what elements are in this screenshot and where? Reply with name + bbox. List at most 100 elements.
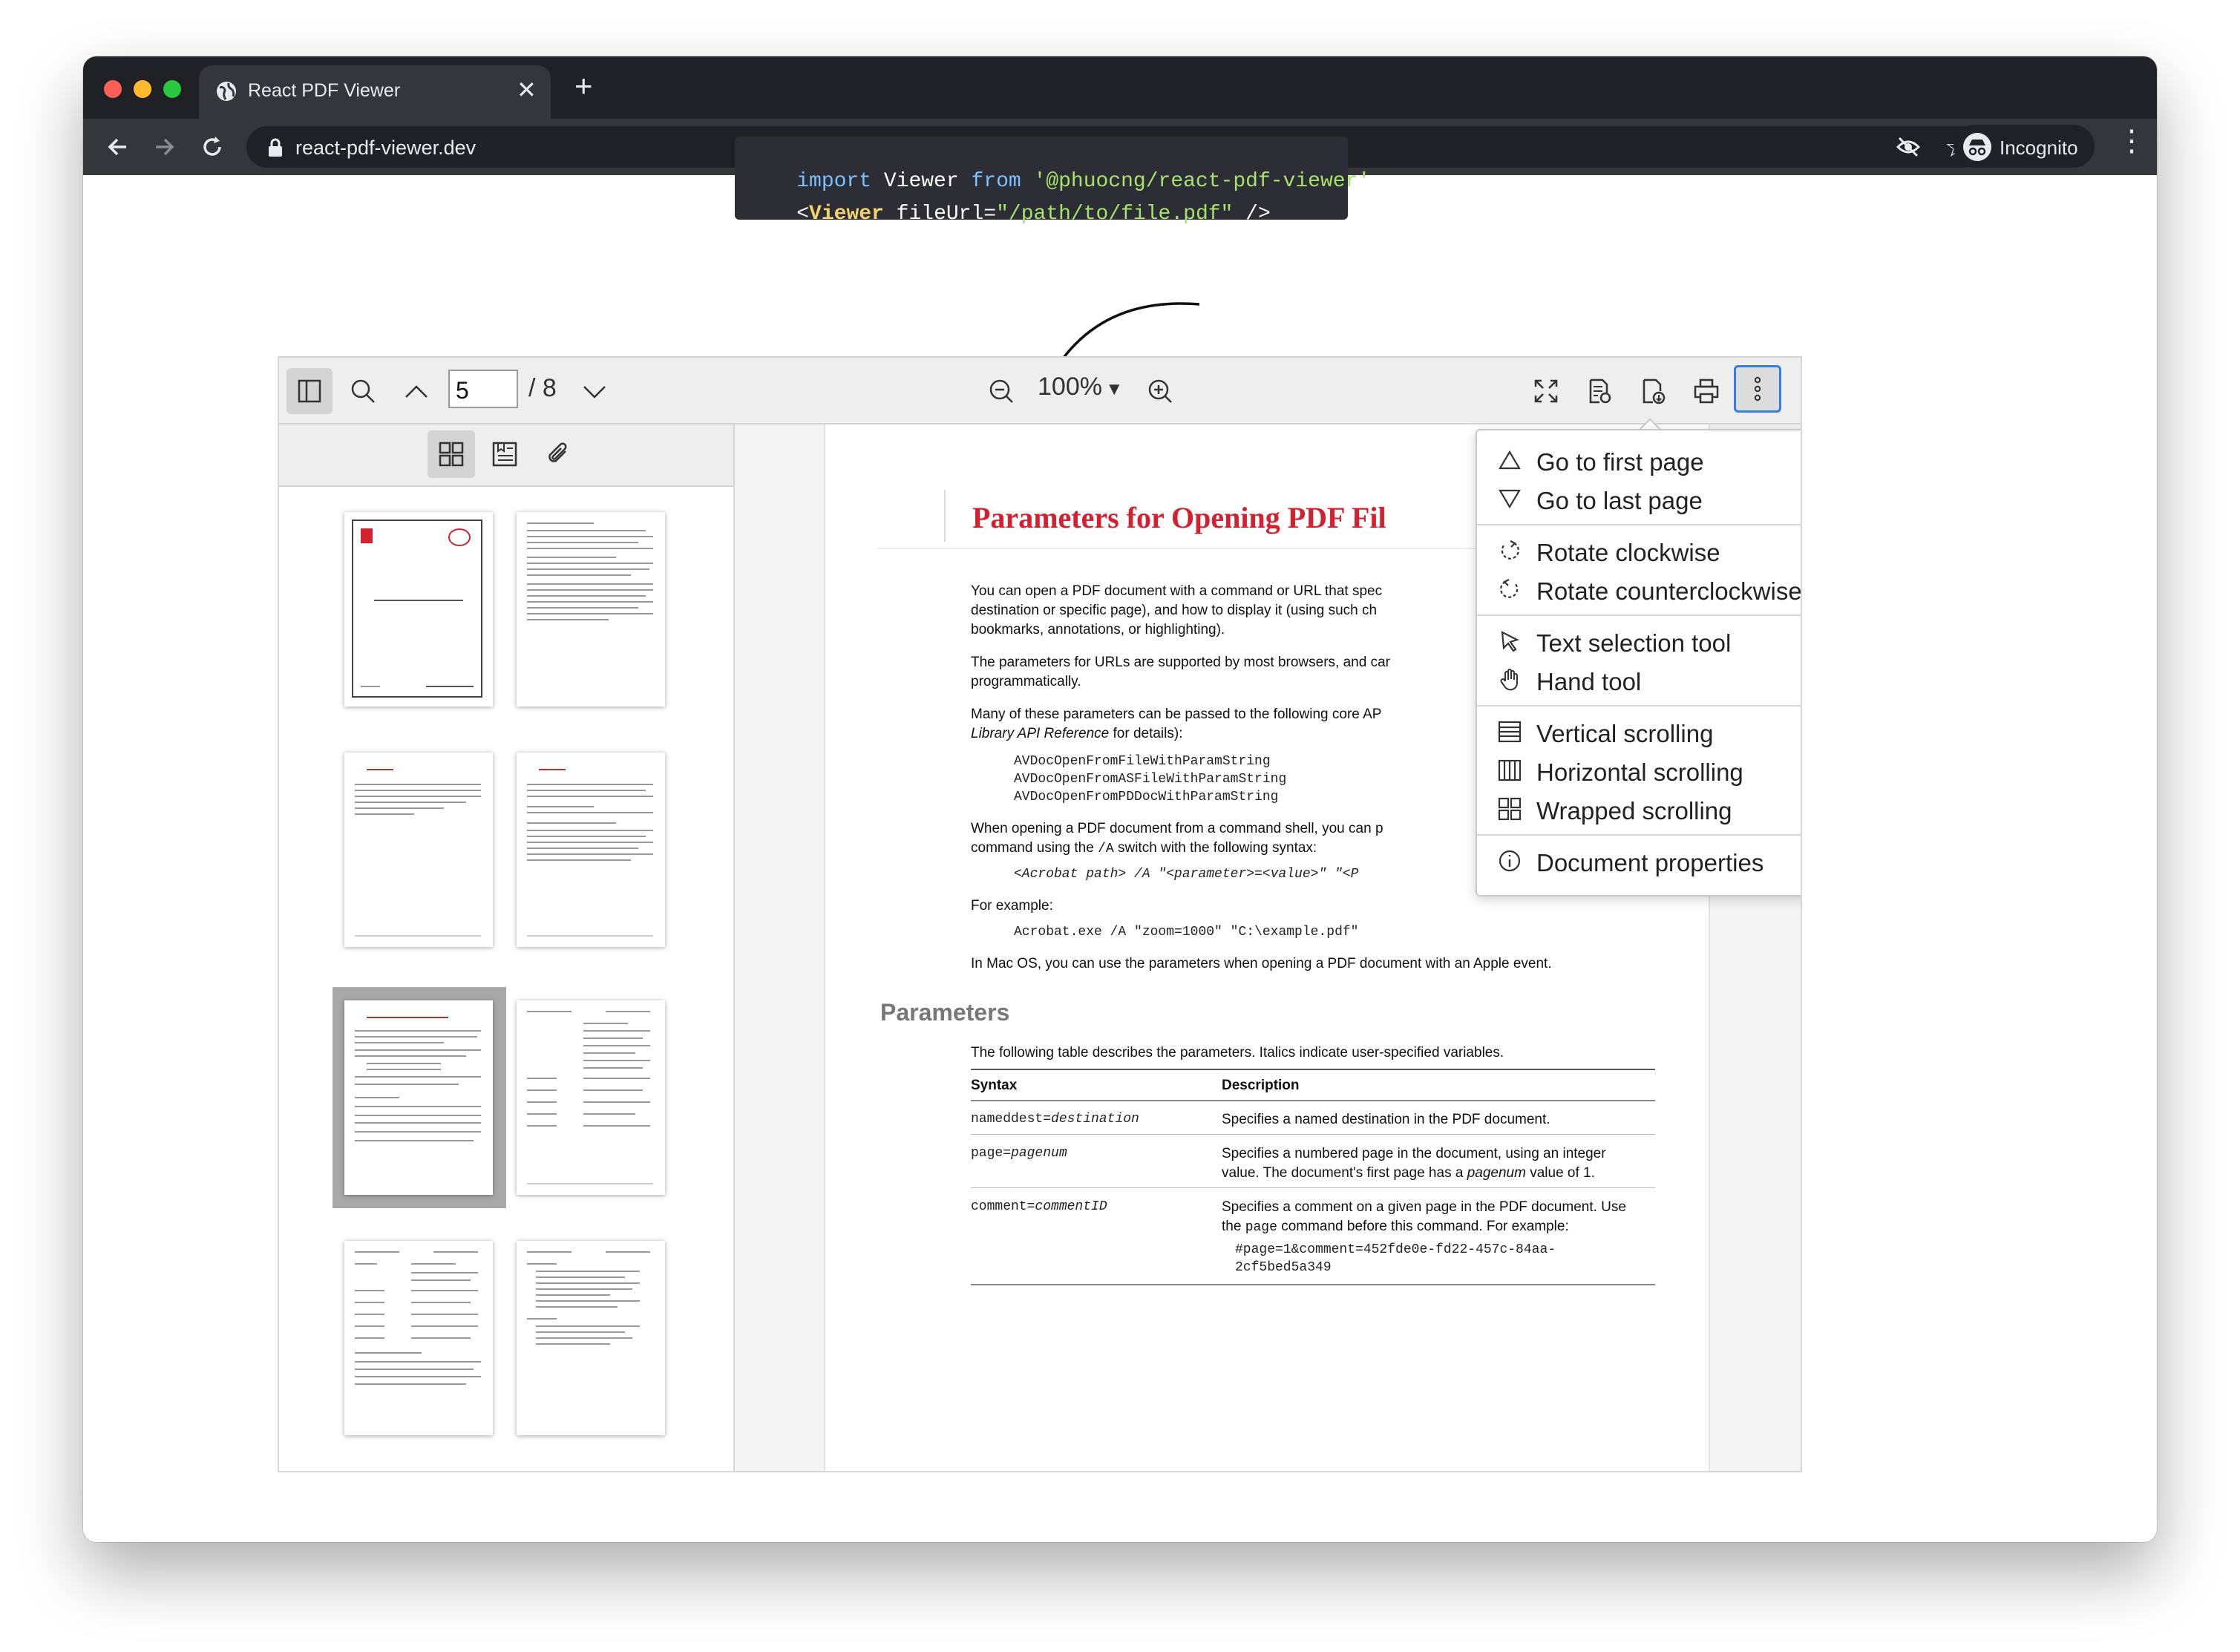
download-button[interactable] <box>1630 368 1676 414</box>
sidebar-icon <box>298 379 321 403</box>
eye-slash-icon[interactable] <box>1896 135 1921 159</box>
menu-item-rotate-counterclockwise[interactable]: Rotate counterclockwise <box>1477 570 1801 609</box>
triangle-down-icon <box>1499 489 1521 509</box>
rotate-clockwise-icon <box>1501 540 1519 560</box>
table-cell-syntax: page=pagenum <box>971 1146 1067 1161</box>
open-file-button[interactable] <box>1576 368 1622 414</box>
menu-item-hand-tool[interactable]: Hand tool <box>1477 661 1801 699</box>
text: comment= <box>971 1199 1035 1214</box>
paperclip-icon <box>548 442 567 462</box>
menu-item-document-properties[interactable]: Document properties <box>1477 842 1801 880</box>
previous-page-button[interactable] <box>393 368 439 414</box>
caret-down-icon: ▼ <box>1105 379 1124 399</box>
menu-separator <box>1477 834 1801 836</box>
code-string: "/path/to/file.pdf" <box>996 203 1234 226</box>
zoom-select[interactable]: 100% ▼ <box>1038 373 1123 410</box>
menu-item-label: Wrapped scrolling <box>1536 797 1732 825</box>
table-rule <box>971 1284 1655 1285</box>
bookmark-list-icon <box>492 442 517 467</box>
download-icon <box>1643 378 1666 404</box>
inline-code: /A <box>1098 842 1114 856</box>
code-text: fileUrl= <box>883 203 997 226</box>
code-tag: Viewer <box>809 203 884 226</box>
toggle-sidebar-button[interactable] <box>286 368 333 414</box>
thumbnails-icon <box>439 442 464 467</box>
maximize-window-button[interactable] <box>163 80 181 98</box>
table-rule <box>971 1134 1655 1135</box>
thumbnail-page[interactable] <box>517 1000 665 1195</box>
menu-item-go-to-first-page[interactable]: Go to first page <box>1477 441 1801 479</box>
chevron-up-icon <box>405 385 428 398</box>
close-tab-icon[interactable]: ✕ <box>517 76 537 104</box>
next-page-button[interactable] <box>572 368 618 414</box>
thumbnail-page[interactable] <box>517 753 665 947</box>
syntax-example: <Acrobat path> /A "<parameter>=<value>" … <box>1014 867 1359 882</box>
thumbnail-page[interactable] <box>344 512 493 707</box>
close-window-button[interactable] <box>104 80 122 98</box>
more-vertical-icon <box>1754 376 1761 401</box>
paragraph-line: Library API Reference for details): <box>971 726 1182 742</box>
print-button[interactable] <box>1683 368 1729 414</box>
paragraph-line: bookmarks, annotations, or highlighting)… <box>971 622 1225 637</box>
forward-arrow-icon[interactable] <box>151 134 178 160</box>
menu-item-go-to-last-page[interactable]: Go to last page <box>1477 479 1801 518</box>
menu-separator <box>1477 705 1801 707</box>
thumbnail-page-selected[interactable] <box>344 1000 493 1195</box>
tab-title: React PDF Viewer <box>248 80 401 101</box>
italic-text: destination <box>1051 1112 1139 1127</box>
incognito-badge[interactable]: Incognito <box>1954 125 2095 168</box>
more-actions-menu: Go to first page Go to last page Rotate … <box>1476 429 1801 897</box>
tab-strip: React PDF Viewer ✕ + <box>83 56 2157 119</box>
menu-item-vertical-scrolling[interactable]: Vertical scrolling ✓ <box>1477 712 1801 751</box>
new-tab-button[interactable]: + <box>574 68 593 104</box>
paragraph-line: destination or specific page), and how t… <box>971 603 1378 618</box>
rotate-counterclockwise-icon <box>1500 579 1519 598</box>
menu-item-label: Rotate clockwise <box>1536 539 1720 566</box>
zoom-in-button[interactable] <box>1137 368 1183 414</box>
menu-item-label: Go to first page <box>1536 448 1704 476</box>
tab-attachments[interactable] <box>534 430 582 478</box>
table-cell-description: Specifies a named destination in the PDF… <box>1222 1112 1550 1127</box>
viewer-sidebar <box>279 425 735 1471</box>
italic-text: Library API Reference <box>971 726 1110 741</box>
pdf-viewer: 5 / 8 100% ▼ Parameters for Opening PDF … <box>278 356 1802 1472</box>
table-header-syntax: Syntax <box>971 1078 1018 1093</box>
menu-item-label: Text selection tool <box>1536 629 1732 657</box>
hand-icon <box>1500 669 1518 691</box>
menu-item-label: Hand tool <box>1536 668 1642 695</box>
back-arrow-icon[interactable] <box>104 134 131 160</box>
menu-separator <box>1477 614 1801 616</box>
full-screen-button[interactable] <box>1523 368 1569 414</box>
table-cell-description: Specifies a numbered page in the documen… <box>1222 1146 1606 1161</box>
viewer-toolbar: 5 / 8 100% ▼ <box>279 358 1801 425</box>
reload-icon[interactable] <box>199 134 226 160</box>
thumbnail-page[interactable] <box>344 753 493 947</box>
lock-icon <box>269 138 282 157</box>
more-actions-button[interactable] <box>1734 365 1781 413</box>
text: for details): <box>1109 726 1183 741</box>
minimize-window-button[interactable] <box>134 80 151 98</box>
browser-tab[interactable]: React PDF Viewer ✕ <box>199 65 551 119</box>
thumbnail-page[interactable] <box>517 512 665 707</box>
browser-menu-icon[interactable]: ⋮ <box>2117 126 2146 156</box>
horizontal-scroll-icon <box>1498 759 1522 781</box>
inline-code: page <box>1245 1220 1277 1235</box>
menu-item-rotate-clockwise[interactable]: Rotate clockwise <box>1477 531 1801 570</box>
zoom-out-button[interactable] <box>978 368 1024 414</box>
info-icon <box>1499 850 1521 872</box>
menu-item-text-selection-tool[interactable]: Text selection tool ✓ <box>1477 622 1801 661</box>
url-text: react-pdf-viewer.dev <box>295 137 477 159</box>
full-screen-icon <box>1534 379 1558 403</box>
menu-item-horizontal-scrolling[interactable]: Horizontal scrolling <box>1477 751 1801 790</box>
menu-item-wrapped-scrolling[interactable]: Wrapped scrolling <box>1477 790 1801 828</box>
search-button[interactable] <box>340 368 386 414</box>
page-number-input[interactable]: 5 <box>448 370 518 408</box>
tab-thumbnails[interactable] <box>428 430 475 478</box>
thumbnail-page[interactable] <box>344 1241 493 1435</box>
thumbnail-page[interactable] <box>517 1241 665 1435</box>
table-cell-syntax: comment=commentID <box>971 1199 1107 1214</box>
tab-bookmarks[interactable] <box>481 430 528 478</box>
table-rule <box>971 1069 1655 1070</box>
menu-separator <box>1477 524 1801 525</box>
menu-item-label: Document properties <box>1536 849 1764 876</box>
